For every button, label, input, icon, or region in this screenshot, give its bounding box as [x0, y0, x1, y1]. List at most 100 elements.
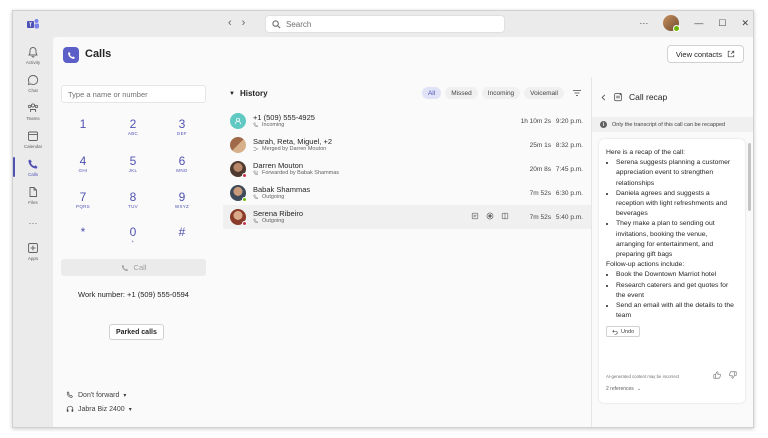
- key-digit: *: [80, 225, 86, 239]
- thumbs-down-icon[interactable]: [729, 371, 737, 379]
- recording-icon[interactable]: [486, 212, 494, 220]
- search-placeholder: Search: [286, 19, 312, 29]
- dial-key-hash[interactable]: #: [162, 225, 202, 239]
- chevron-down-icon: ▾: [123, 392, 127, 399]
- chevron-down-icon: ▾: [128, 406, 132, 413]
- minimize-button[interactable]: —: [694, 18, 703, 28]
- call-time: 6:30 p.m.: [555, 190, 583, 197]
- followup-point: Book the Downtown Marriot hotel: [616, 270, 738, 280]
- rail-item-apps[interactable]: Apps: [13, 237, 53, 265]
- rail-item-calls[interactable]: Calls: [13, 153, 53, 181]
- forwarded-call-icon: [253, 170, 259, 176]
- back-chevron-icon[interactable]: [600, 94, 607, 101]
- key-letters: TUV: [128, 204, 138, 209]
- group-avatar: [230, 137, 246, 153]
- dial-key-1[interactable]: 1: [63, 117, 103, 131]
- recap-notice-text: Only the transcript of this call can be …: [612, 121, 726, 128]
- key-digit: 7: [79, 190, 87, 204]
- recap-points: Serena suggests planning a customer appr…: [616, 158, 738, 260]
- recap-icon[interactable]: [471, 212, 479, 220]
- chevron-down-icon: ⌄: [636, 386, 641, 392]
- calls-main: Calls View contacts Type a name or numbe…: [53, 37, 753, 427]
- dial-key-0[interactable]: 0 +: [113, 225, 153, 244]
- dial-pad: Type a name or number 1 2 ABC 3 DEF 4 GHI 5…: [61, 74, 211, 427]
- key-digit: 6: [178, 154, 186, 168]
- history-row[interactable]: Sarah, Reta, Miguel, +2 Merged by Darren…: [223, 133, 591, 157]
- rail-item-more[interactable]: ···: [13, 213, 53, 233]
- title-bar: T ‹ › Search ··· — ☐ ✕: [13, 11, 753, 37]
- rail-item-files[interactable]: Files: [13, 181, 53, 209]
- history-row[interactable]: Babak Shammas Outgoing 7m 52s 6:30 p.m.: [223, 181, 591, 205]
- bell-icon: [28, 46, 38, 57]
- history-row[interactable]: +1 (509) 555-4925 Incoming 1h 10m 2s 9:2…: [223, 109, 591, 133]
- rail-label: Teams: [26, 115, 40, 121]
- history-header[interactable]: ▼ History: [229, 89, 268, 98]
- call-duration: 20m 8s: [529, 166, 551, 173]
- recap-icon: [614, 92, 622, 102]
- phone-icon: [121, 264, 128, 271]
- recap-scrollbar[interactable]: [748, 143, 751, 211]
- filter-icon[interactable]: [572, 88, 582, 98]
- undo-button[interactable]: Undo: [606, 326, 641, 338]
- view-contacts-button[interactable]: View contacts: [666, 45, 744, 63]
- followup-point: Research caterers and get quotes for the…: [616, 281, 738, 301]
- dial-key-3[interactable]: 3 DEF: [162, 117, 202, 136]
- call-time: 8:32 p.m.: [555, 142, 583, 149]
- row-actions: [471, 212, 509, 220]
- audio-device-dropdown[interactable]: Jabra Biz 2400 ▾: [66, 405, 132, 413]
- filter-incoming[interactable]: Incoming: [481, 87, 521, 99]
- dial-number-input[interactable]: Type a name or number: [61, 85, 206, 103]
- page-title: Calls: [85, 48, 112, 60]
- key-letters: DEF: [177, 131, 187, 136]
- followup-label: Follow-up actions include:: [606, 261, 685, 269]
- more-options-icon[interactable]: ···: [639, 18, 648, 28]
- apps-icon: [28, 242, 38, 253]
- incoming-call-icon: [253, 122, 259, 128]
- key-digit: 9: [178, 190, 186, 204]
- filter-voicemail[interactable]: Voicemail: [524, 87, 564, 99]
- rail-label: Activity: [25, 59, 41, 65]
- dial-key-4[interactable]: 4 GHI: [63, 154, 103, 173]
- filter-all[interactable]: All: [421, 87, 442, 99]
- history-title: History: [239, 89, 268, 98]
- history-row-selected[interactable]: Serena Ribeiro Outgoing 7m 52s 5:40 p.m.: [223, 205, 591, 229]
- rail-item-activity[interactable]: Activity: [13, 41, 53, 69]
- rail-item-calendar[interactable]: Calendar: [13, 125, 53, 153]
- call-time: 7:45 p.m.: [555, 166, 583, 173]
- dial-key-6[interactable]: 6 MNO: [162, 154, 202, 173]
- presence-status: [242, 221, 247, 226]
- recap-title: Call recap: [629, 92, 668, 102]
- forward-arrow-icon[interactable]: ›: [242, 17, 246, 29]
- outgoing-call-icon: [253, 218, 259, 224]
- dial-key-7[interactable]: 7 PQRS: [63, 190, 103, 209]
- parked-calls-button[interactable]: Parked calls: [109, 324, 164, 340]
- references-label: 2 references: [606, 386, 634, 392]
- undo-icon: [612, 329, 618, 335]
- rail-item-teams[interactable]: Teams: [13, 97, 53, 125]
- key-letters: PQRS: [76, 204, 90, 209]
- search-input[interactable]: Search: [265, 15, 505, 33]
- maximize-button[interactable]: ☐: [718, 18, 726, 29]
- call-duration: 1h 10m 2s: [520, 118, 551, 125]
- profile-avatar[interactable]: [663, 15, 681, 32]
- references-toggle[interactable]: 2 references ⌄: [606, 386, 641, 392]
- call-type: Forwarded by Babak Shammas: [253, 170, 339, 176]
- close-button[interactable]: ✕: [741, 18, 749, 29]
- dial-key-2[interactable]: 2 ABC: [113, 117, 153, 136]
- filter-missed[interactable]: Missed: [445, 87, 478, 99]
- thumbs-up-icon[interactable]: [713, 371, 721, 379]
- recap-card: Here is a recap of the call: Serena sugg…: [599, 139, 745, 403]
- dial-key-9[interactable]: 9 WXYZ: [162, 190, 202, 209]
- call-button[interactable]: Call: [61, 259, 206, 276]
- dial-key-star[interactable]: *: [63, 225, 103, 239]
- dial-key-5[interactable]: 5 JKL: [113, 154, 153, 173]
- calendar-icon: [28, 131, 38, 141]
- dial-key-8[interactable]: 8 TUV: [113, 190, 153, 209]
- transcript-icon[interactable]: [501, 212, 509, 220]
- caller-name: Babak Shammas: [253, 185, 311, 194]
- rail-item-chat[interactable]: Chat: [13, 69, 53, 97]
- back-arrow-icon[interactable]: ‹: [228, 17, 232, 29]
- recap-intro: Here is a recap of the call:: [606, 149, 685, 156]
- call-forwarding-dropdown[interactable]: Don't forward ▾: [66, 391, 126, 399]
- history-row[interactable]: Darren Mouton Forwarded by Babak Shammas…: [223, 157, 591, 181]
